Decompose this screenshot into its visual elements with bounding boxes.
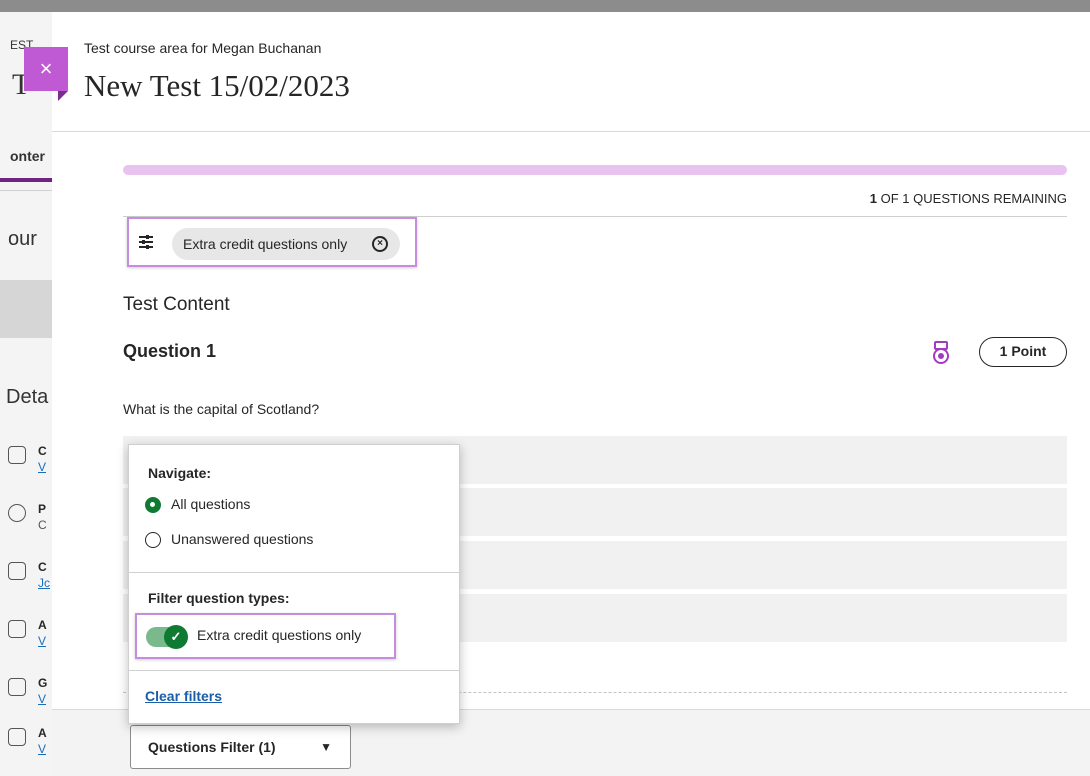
- bg-detail-row: GV: [6, 674, 52, 714]
- filter-chip: Extra credit questions only ×: [172, 228, 400, 260]
- bg-fragment-course: our: [8, 228, 37, 250]
- filter-types-section: Filter question types: ✓ Extra credit qu…: [129, 573, 459, 671]
- navigate-heading: Navigate:: [148, 465, 212, 481]
- breadcrumb: Test course area for Megan Buchanan: [84, 40, 322, 56]
- bg-row-link: Jc: [38, 576, 50, 590]
- bg-row-label: C: [38, 444, 47, 458]
- circle-x-icon[interactable]: ×: [372, 236, 388, 252]
- background-page: EST T onter our Deta CV PC C Jc AV GV AV: [0, 12, 52, 776]
- group-icon: [8, 678, 26, 696]
- radio-unselected-icon[interactable]: [145, 532, 161, 548]
- bg-row-link: V: [38, 634, 47, 648]
- bg-divider: [0, 190, 52, 191]
- points-badge: 1 Point: [979, 337, 1067, 367]
- page-title: New Test 15/02/2023: [84, 68, 350, 103]
- bg-row-link: V: [38, 460, 47, 474]
- active-filter-bar: Extra credit questions only ×: [127, 217, 417, 267]
- check-icon: ✓: [164, 625, 188, 649]
- bg-row-link: V: [38, 742, 47, 756]
- navigate-section: Navigate: All questions Unanswered quest…: [129, 445, 459, 573]
- toggle-label: Extra credit questions only: [197, 627, 362, 643]
- filter-chip-label: Extra credit questions only: [183, 236, 348, 252]
- bg-detail-row: AV: [6, 724, 52, 764]
- question-text: What is the capital of Scotland?: [123, 401, 320, 417]
- check-circle-icon: [8, 504, 26, 522]
- clear-filters-link[interactable]: Clear filters: [145, 688, 222, 704]
- filter-types-heading: Filter question types:: [148, 590, 290, 606]
- questions-filter-select[interactable]: Questions Filter (1) ▼: [130, 725, 351, 769]
- section-title: Test Content: [123, 294, 230, 315]
- bg-row-label: A: [38, 726, 47, 740]
- bg-row-label: C: [38, 560, 47, 574]
- bg-tab-underline: [0, 178, 52, 182]
- megaphone-icon: [8, 728, 26, 746]
- remaining-label: OF 1 QUESTIONS REMAINING: [877, 191, 1067, 206]
- bg-row-link: V: [38, 692, 47, 706]
- remaining-count: 1: [869, 191, 878, 206]
- panel-header: Test course area for Megan Buchanan New …: [52, 12, 1090, 132]
- close-icon: ×: [39, 56, 53, 81]
- clipboard-icon: [8, 620, 26, 638]
- bg-row-label: G: [38, 676, 48, 690]
- bg-grey-block: [0, 280, 52, 338]
- question-title: Question 1: [123, 341, 217, 361]
- questions-remaining: 1 OF 1 QUESTIONS REMAINING: [123, 191, 1067, 206]
- filter-sliders-icon[interactable]: [137, 233, 155, 251]
- bg-row-link: C: [38, 518, 47, 532]
- people-icon: [8, 446, 26, 464]
- close-button[interactable]: ×: [24, 47, 68, 101]
- bg-fragment-details: Deta: [6, 386, 49, 408]
- bg-detail-row: CV: [6, 442, 52, 482]
- radio-label: Unanswered questions: [171, 531, 314, 547]
- questions-filter-label: Questions Filter (1): [148, 739, 276, 755]
- test-content-area: 1 OF 1 QUESTIONS REMAINING Extra credit …: [123, 165, 1067, 693]
- bg-detail-row: C Jc: [6, 558, 52, 598]
- bg-detail-row: AV: [6, 616, 52, 656]
- bg-fragment-content-tab: onter: [10, 148, 45, 164]
- calendar-icon: [8, 562, 26, 580]
- medal-icon: [933, 341, 949, 364]
- radio-selected-icon[interactable]: [145, 497, 161, 513]
- caret-down-icon: ▼: [320, 740, 332, 754]
- radio-label: All questions: [171, 496, 251, 512]
- bg-row-label: P: [38, 502, 47, 516]
- extra-credit-toggle-row: ✓ Extra credit questions only: [135, 613, 396, 659]
- progress-bar: [123, 165, 1067, 175]
- questions-filter-popover: Navigate: All questions Unanswered quest…: [128, 444, 460, 724]
- bg-detail-row: PC: [6, 500, 52, 540]
- extra-credit-toggle[interactable]: ✓: [146, 625, 188, 649]
- bg-row-label: A: [38, 618, 47, 632]
